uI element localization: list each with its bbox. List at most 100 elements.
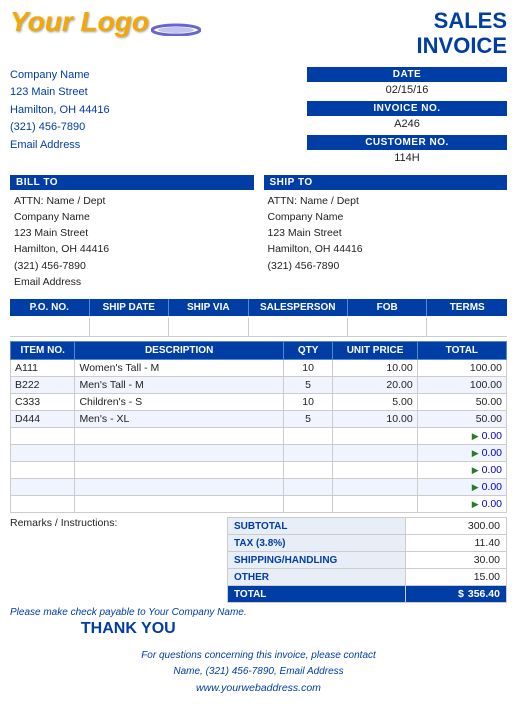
totals-value: 15.00 <box>405 569 506 586</box>
table-row: C333 Children's - S 10 5.00 50.00 <box>11 394 507 411</box>
item-no-cell <box>11 479 75 496</box>
unit-price-cell <box>333 496 417 513</box>
description-cell: Men's - XL <box>75 411 283 428</box>
invoice-meta: DATE 02/15/16 INVOICE NO. A246 CUSTOMER … <box>307 67 507 169</box>
ship-to-label: SHIP TO <box>264 175 508 190</box>
item-no-cell <box>11 462 75 479</box>
description-cell <box>75 428 283 445</box>
unit-price-cell: 10.00 <box>333 411 417 428</box>
totals-row: SHIPPING/HANDLING 30.00 <box>228 552 507 569</box>
ship-via-header: SHIP VIA <box>169 299 249 316</box>
qty-header: QTY <box>283 342 333 360</box>
terms-header: TERMS <box>427 299 507 316</box>
invoice-no-value: A246 <box>307 116 507 133</box>
qty-cell <box>283 479 333 496</box>
invoice-page: Your Logo SALES INVOICE Company Name 123… <box>0 0 517 705</box>
footer-website: www.yourwebaddress.com <box>10 680 507 697</box>
item-no-cell: B222 <box>11 377 75 394</box>
totals-label: SUBTOTAL <box>228 518 406 535</box>
table-row: ▶ 0.00 <box>11 462 507 479</box>
items-table: ITEM NO. DESCRIPTION QTY UNIT PRICE TOTA… <box>10 341 507 513</box>
item-no-cell <box>11 496 75 513</box>
bill-to-city: Hamilton, OH 44416 <box>14 241 250 257</box>
logo-area: Your Logo <box>10 8 201 36</box>
qty-cell <box>283 428 333 445</box>
qty-cell: 10 <box>283 394 333 411</box>
bill-to-email: Email Address <box>14 274 250 290</box>
total-header: TOTAL <box>417 342 506 360</box>
totals-label: SHIPPING/HANDLING <box>228 552 406 569</box>
ship-to-city: Hamilton, OH 44416 <box>268 241 504 257</box>
bottom-section: Remarks / Instructions: SUBTOTAL 300.00 … <box>10 517 507 603</box>
total-cell: ▶ 0.00 <box>417 479 506 496</box>
green-arrow-icon: ▶ <box>472 499 479 509</box>
totals-row: TOTAL $356.40 <box>228 586 507 603</box>
company-name: Company Name <box>10 67 110 85</box>
item-no-cell <box>11 445 75 462</box>
logo-swoosh-icon <box>151 18 201 36</box>
item-no-cell: D444 <box>11 411 75 428</box>
totals-value: 30.00 <box>405 552 506 569</box>
remarks-col: Remarks / Instructions: <box>10 517 227 603</box>
table-row: ▶ 0.00 <box>11 496 507 513</box>
ship-to-phone: (321) 456-7890 <box>268 258 504 274</box>
remarks-label: Remarks / Instructions: <box>10 517 221 529</box>
totals-label: TOTAL <box>228 586 406 603</box>
invoice-no-block: INVOICE NO. A246 <box>307 101 507 133</box>
ship-to-address: 123 Main Street <box>268 225 504 241</box>
company-info: Company Name 123 Main Street Hamilton, O… <box>10 67 507 169</box>
salesperson-header: SALESPERSON <box>249 299 348 316</box>
green-arrow-icon: ▶ <box>472 448 479 458</box>
qty-cell <box>283 462 333 479</box>
unit-price-header: UNIT PRICE <box>333 342 417 360</box>
table-row: ▶ 0.00 <box>11 479 507 496</box>
company-phone: (321) 456-7890 <box>10 119 110 137</box>
total-cell: 50.00 <box>417 394 506 411</box>
thank-row: Please make check payable to Your Compan… <box>10 607 507 638</box>
total-cell: ▶ 0.00 <box>417 428 506 445</box>
unit-price-cell <box>333 445 417 462</box>
totals-row: OTHER 15.00 <box>228 569 507 586</box>
invoice-title: SALES INVOICE <box>417 8 507 59</box>
description-cell: Children's - S <box>75 394 283 411</box>
qty-cell: 5 <box>283 377 333 394</box>
bill-to-company: Company Name <box>14 209 250 225</box>
footer: For questions concerning this invoice, p… <box>10 648 507 697</box>
totals-row: SUBTOTAL 300.00 <box>228 518 507 535</box>
order-header-row: P.O. NO. SHIP DATE SHIP VIA SALESPERSON … <box>10 299 507 316</box>
logo-text: Your Logo <box>10 8 149 36</box>
description-cell <box>75 496 283 513</box>
unit-price-cell <box>333 479 417 496</box>
check-payable: Please make check payable to Your Compan… <box>10 607 247 618</box>
unit-price-cell: 20.00 <box>333 377 417 394</box>
bill-to-box: BILL TO ATTN: Name / Dept Company Name 1… <box>10 175 254 294</box>
footer-contact-line2: Name, (321) 456-7890, Email Address <box>10 664 507 680</box>
total-cell: 100.00 <box>417 360 506 377</box>
totals-table: SUBTOTAL 300.00 TAX (3.8%) 11.40 SHIPPIN… <box>227 517 507 603</box>
company-city: Hamilton, OH 44416 <box>10 102 110 120</box>
totals-label: OTHER <box>228 569 406 586</box>
green-arrow-icon: ▶ <box>472 482 479 492</box>
total-cell: 50.00 <box>417 411 506 428</box>
qty-cell <box>283 445 333 462</box>
order-data-row <box>10 318 507 337</box>
bill-to-address: 123 Main Street <box>14 225 250 241</box>
invoice-no-label: INVOICE NO. <box>307 101 507 116</box>
bill-to-phone: (321) 456-7890 <box>14 258 250 274</box>
unit-price-cell: 10.00 <box>333 360 417 377</box>
unit-price-cell <box>333 462 417 479</box>
description-cell: Women's Tall - M <box>75 360 283 377</box>
total-cell: ▶ 0.00 <box>417 445 506 462</box>
ship-to-box: SHIP TO ATTN: Name / Dept Company Name 1… <box>264 175 508 294</box>
currency-symbol: $ <box>458 588 464 600</box>
table-row: B222 Men's Tall - M 5 20.00 100.00 <box>11 377 507 394</box>
thank-left: Please make check payable to Your Compan… <box>10 607 247 638</box>
date-value: 02/15/16 <box>307 82 507 99</box>
total-cell: ▶ 0.00 <box>417 462 506 479</box>
totals-label: TAX (3.8%) <box>228 535 406 552</box>
ship-to-attn: ATTN: Name / Dept <box>268 193 504 209</box>
table-row: A111 Women's Tall - M 10 10.00 100.00 <box>11 360 507 377</box>
totals-col: SUBTOTAL 300.00 TAX (3.8%) 11.40 SHIPPIN… <box>227 517 507 603</box>
total-cell: ▶ 0.00 <box>417 496 506 513</box>
description-cell <box>75 462 283 479</box>
